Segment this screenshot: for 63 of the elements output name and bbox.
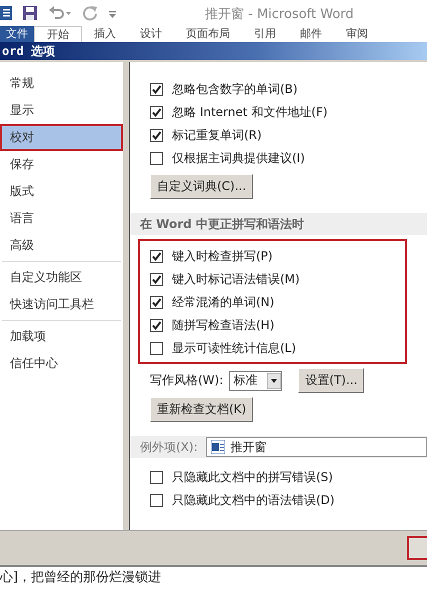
ribbon-tab[interactable]: 插入 xyxy=(82,26,128,42)
exceptions-label: 例外项(X): xyxy=(140,439,198,456)
check-icon xyxy=(152,321,161,330)
checkbox-label: 标记重复单词(R) xyxy=(172,127,262,144)
checkbox[interactable] xyxy=(150,152,163,165)
check-icon xyxy=(152,108,161,117)
checkbox-label: 忽略 Internet 和文件地址(F) xyxy=(172,104,328,121)
checkbox[interactable] xyxy=(150,471,163,484)
ribbon-tab[interactable]: 引用 xyxy=(242,26,288,42)
dropdown-icon[interactable] xyxy=(267,372,282,388)
dialog-title: ord 选项 xyxy=(0,42,427,60)
ribbon-tab[interactable]: 文件 xyxy=(0,26,34,42)
undo-icon[interactable] xyxy=(48,5,72,21)
sidebar-item[interactable]: 加载项 xyxy=(0,323,123,350)
sidebar-item[interactable]: 快速访问工具栏 xyxy=(0,291,123,318)
section-heading: 在 Word 中更正拼写和语法时 xyxy=(130,213,427,235)
checkbox-label: 随拼写检查语法(H) xyxy=(172,317,274,334)
sidebar-item[interactable]: 信任中心 xyxy=(0,350,123,377)
ribbon-tab[interactable]: 页面布局 xyxy=(174,26,242,42)
checkbox-label: 只隐藏此文档中的拼写错误(S) xyxy=(172,469,333,486)
sidebar-item[interactable]: 语言 xyxy=(0,205,123,232)
check-icon xyxy=(152,131,161,140)
ribbon-tab[interactable]: 审阅 xyxy=(334,26,380,42)
document-select[interactable]: 推开窗 xyxy=(206,437,427,457)
recheck-document-button[interactable]: 重新检查文档(K) xyxy=(150,397,254,422)
checkbox-label: 只隐藏此文档中的语法错误(D) xyxy=(172,492,335,509)
custom-dictionaries-button[interactable]: 自定义词典(C)... xyxy=(150,174,254,199)
checkbox-label: 忽略包含数字的单词(B) xyxy=(172,81,298,98)
ribbon-tab[interactable]: 设计 xyxy=(128,26,174,42)
checkbox[interactable] xyxy=(150,342,163,355)
checkbox[interactable] xyxy=(150,273,163,286)
window-title: 推开窗 - Microsoft Word xyxy=(205,6,354,23)
checkbox-label: 经常混淆的单词(N) xyxy=(172,294,274,311)
checkbox[interactable] xyxy=(150,250,163,263)
app-icon[interactable] xyxy=(0,5,12,21)
checkbox[interactable] xyxy=(150,296,163,309)
sidebar-item[interactable]: 显示 xyxy=(0,97,123,124)
settings-button[interactable]: 设置(T)... xyxy=(298,368,364,393)
checkbox[interactable] xyxy=(150,494,163,507)
checkbox-label: 键入时标记语法错误(M) xyxy=(172,271,300,288)
sidebar-item[interactable]: 高级 xyxy=(0,232,123,259)
check-icon xyxy=(152,85,161,94)
document-icon xyxy=(210,440,225,454)
sidebar-item[interactable]: 自定义功能区 xyxy=(0,264,123,291)
check-icon xyxy=(152,275,161,284)
sidebar-item[interactable]: 校对 xyxy=(0,124,123,151)
checkbox[interactable] xyxy=(150,129,163,142)
sidebar-item[interactable]: 常规 xyxy=(0,70,123,97)
sidebar-item[interactable]: 保存 xyxy=(0,151,123,178)
sidebar-item[interactable]: 版式 xyxy=(0,178,123,205)
checkbox[interactable] xyxy=(150,319,163,332)
checkbox[interactable] xyxy=(150,106,163,119)
writing-style-label: 写作风格(W): xyxy=(150,372,224,389)
document-text: 心]，把曾经的那份烂漫锁进 xyxy=(0,570,162,585)
checkbox-label: 键入时检查拼写(P) xyxy=(172,248,273,265)
ribbon-tab[interactable]: 邮件 xyxy=(288,26,334,42)
checkbox-label: 仅根据主词典提供建议(I) xyxy=(172,150,305,167)
writing-style-select[interactable]: 标准 xyxy=(229,370,282,390)
checkbox[interactable] xyxy=(150,83,163,96)
save-icon[interactable] xyxy=(22,5,38,21)
check-icon xyxy=(152,298,161,307)
check-icon xyxy=(152,252,161,261)
checkbox-label: 显示可读性统计信息(L) xyxy=(172,340,296,357)
